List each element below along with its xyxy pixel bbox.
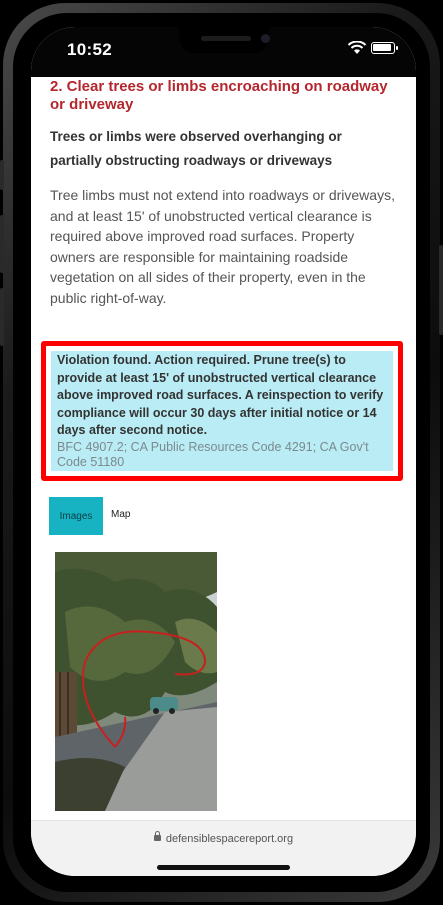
- lock-icon: [153, 831, 161, 841]
- status-bar: 10:52: [31, 27, 416, 77]
- silent-switch: [0, 160, 4, 190]
- highlight-box: Violation found. Action required. Prune …: [41, 341, 403, 481]
- front-camera: [261, 34, 270, 43]
- battery-icon: [371, 42, 398, 54]
- requirement-description: Tree limbs must not extend into roadways…: [50, 187, 395, 306]
- status-time: 10:52: [67, 40, 112, 59]
- wifi-icon: [347, 41, 367, 54]
- code-reference: BFC 4907.2; CA Public Resources Code 429…: [57, 439, 369, 469]
- violation-text: Violation found. Action required. Prune …: [57, 353, 384, 437]
- url-display[interactable]: defensiblespacereport.org: [31, 831, 416, 845]
- power-button: [439, 245, 443, 335]
- inspection-photo[interactable]: [55, 552, 217, 811]
- tab-images[interactable]: Images: [49, 497, 103, 535]
- speaker-grille: [201, 36, 251, 41]
- violation-notice: Violation found. Action required. Prune …: [51, 351, 393, 471]
- tab-map[interactable]: Map: [111, 509, 130, 520]
- section-title: 2. Clear trees or limbs encroaching on r…: [50, 78, 388, 113]
- finding-subheading: Trees or limbs were observed overhanging…: [50, 129, 342, 168]
- home-indicator[interactable]: [157, 865, 290, 870]
- url-text: defensiblespacereport.org: [165, 833, 294, 845]
- volume-down-button: [0, 288, 4, 346]
- phone-screen: 10:52 2. Clear trees or limbs encroachin…: [31, 27, 416, 876]
- volume-up-button: [0, 215, 4, 273]
